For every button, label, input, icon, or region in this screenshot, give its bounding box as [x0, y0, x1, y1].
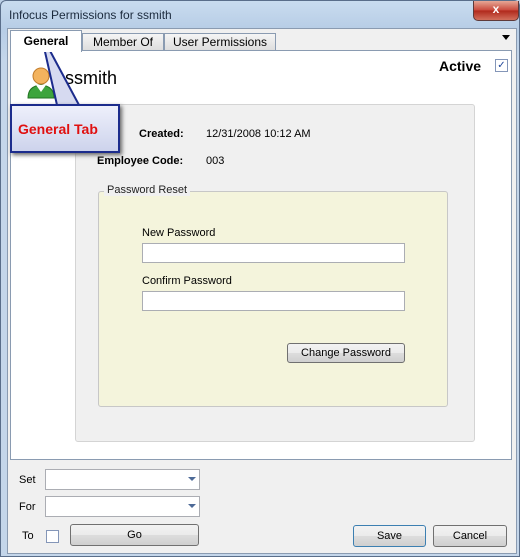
tab-overflow-dropdown-icon[interactable] [502, 35, 510, 40]
save-button[interactable]: Save [353, 525, 426, 547]
user-info-panel: Created: 12/31/2008 10:12 AM Employee Co… [75, 104, 475, 442]
to-label: To [22, 530, 34, 542]
tab-user-permissions[interactable]: User Permissions [164, 33, 276, 51]
active-checkbox[interactable]: ✓ [495, 59, 508, 72]
chevron-down-icon[interactable] [188, 504, 196, 508]
set-label: Set [19, 474, 36, 486]
chevron-down-icon[interactable] [188, 477, 196, 481]
to-checkbox[interactable] [46, 530, 59, 543]
active-label: Active [439, 58, 482, 74]
general-tab-callout: General Tab [10, 104, 120, 153]
employee-code-value: 003 [206, 155, 225, 167]
cancel-button[interactable]: Cancel [433, 525, 507, 547]
for-combo[interactable] [45, 496, 200, 517]
new-password-label: New Password [142, 227, 216, 239]
password-reset-title: Password Reset [104, 184, 191, 196]
confirm-password-field[interactable] [142, 291, 405, 311]
change-password-button[interactable]: Change Password [287, 343, 405, 363]
tab-general[interactable]: General [10, 30, 82, 52]
callout-text: General Tab [18, 121, 98, 137]
close-button[interactable]: x [473, 1, 519, 21]
new-password-field[interactable] [142, 243, 405, 263]
go-button[interactable]: Go [70, 524, 199, 546]
confirm-password-label: Confirm Password [142, 275, 232, 287]
for-label: For [19, 501, 36, 513]
checkmark-icon: ✓ [497, 60, 506, 71]
set-combo[interactable] [45, 469, 200, 490]
created-label: Created: [139, 128, 184, 140]
permissions-window: Infocus Permissions for ssmith x General… [0, 0, 520, 557]
password-reset-group: Password Reset New Password Confirm Pass… [98, 184, 448, 407]
created-value: 12/31/2008 10:12 AM [206, 128, 311, 140]
